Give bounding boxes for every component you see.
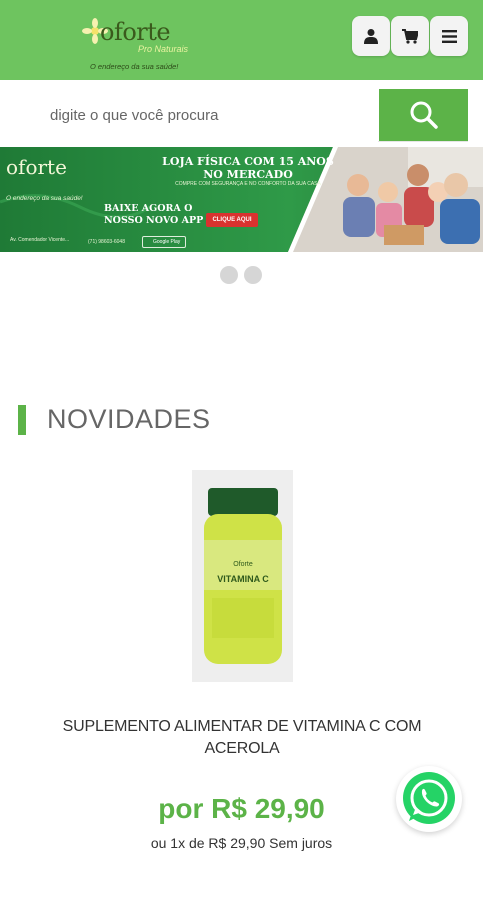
bottle-label-text: VITAMINA C — [217, 574, 269, 584]
site-header: oforte Pro Naturais O endereço da sua sa… — [0, 0, 483, 80]
logo-word: oforte — [100, 18, 171, 46]
banner-cta-button[interactable]: CLIQUE AQUI — [206, 213, 258, 227]
search-button[interactable] — [379, 89, 468, 141]
whatsapp-button[interactable] — [396, 766, 462, 832]
banner-address: Av. Comendador Vicente... — [10, 237, 70, 243]
menu-button[interactable] — [430, 16, 468, 56]
banner-headline: LOJA FÍSICA COM 15 ANOS NO MERCADO — [162, 155, 334, 181]
banner-logo-tagline: O endereço da sua saúde! — [6, 195, 83, 202]
user-icon — [364, 29, 378, 44]
banner-logo: oforte — [6, 155, 67, 179]
banner-phone: (71) 98603-6048 — [88, 239, 125, 245]
whatsapp-icon — [403, 772, 455, 824]
carousel-pagination — [220, 266, 262, 284]
search-input[interactable] — [18, 88, 378, 142]
carousel-dot[interactable] — [244, 266, 262, 284]
promo-banner[interactable]: oforte O endereço da sua saúde! LOJA FÍS… — [0, 147, 483, 252]
logo-tagline: O endereço da sua saúde! — [90, 62, 179, 71]
banner-subline: COMPRE COM SEGURANÇA E NO CONFORTO DA SU… — [175, 181, 321, 187]
logo-sub: Pro Naturais — [138, 44, 189, 54]
menu-icon — [441, 29, 457, 43]
product-name[interactable]: SUPLEMENTO ALIMENTAR DE VITAMINA C COM A… — [40, 716, 444, 760]
section-title: NOVIDADES — [47, 404, 211, 434]
carousel-dot[interactable] — [220, 266, 238, 284]
account-button[interactable] — [352, 16, 390, 56]
search-icon — [410, 101, 438, 129]
search-bar — [18, 88, 468, 142]
cart-icon — [402, 28, 418, 44]
bottle-brand-text: Oforte — [233, 561, 253, 568]
site-logo[interactable]: oforte Pro Naturais O endereço da sua sa… — [82, 16, 192, 72]
vitamin-bottle-image: Oforte VITAMINA C — [192, 470, 293, 682]
product-installments: ou 1x de R$ 29,90 Sem juros — [150, 835, 333, 851]
section-accent-bar — [18, 405, 26, 435]
banner-app-text: BAIXE AGORA O NOSSO NOVO APP — [104, 203, 204, 226]
google-play-badge[interactable]: Google Play — [142, 236, 186, 248]
product-image[interactable]: Oforte VITAMINA C — [192, 470, 293, 682]
cart-button[interactable] — [391, 16, 429, 56]
